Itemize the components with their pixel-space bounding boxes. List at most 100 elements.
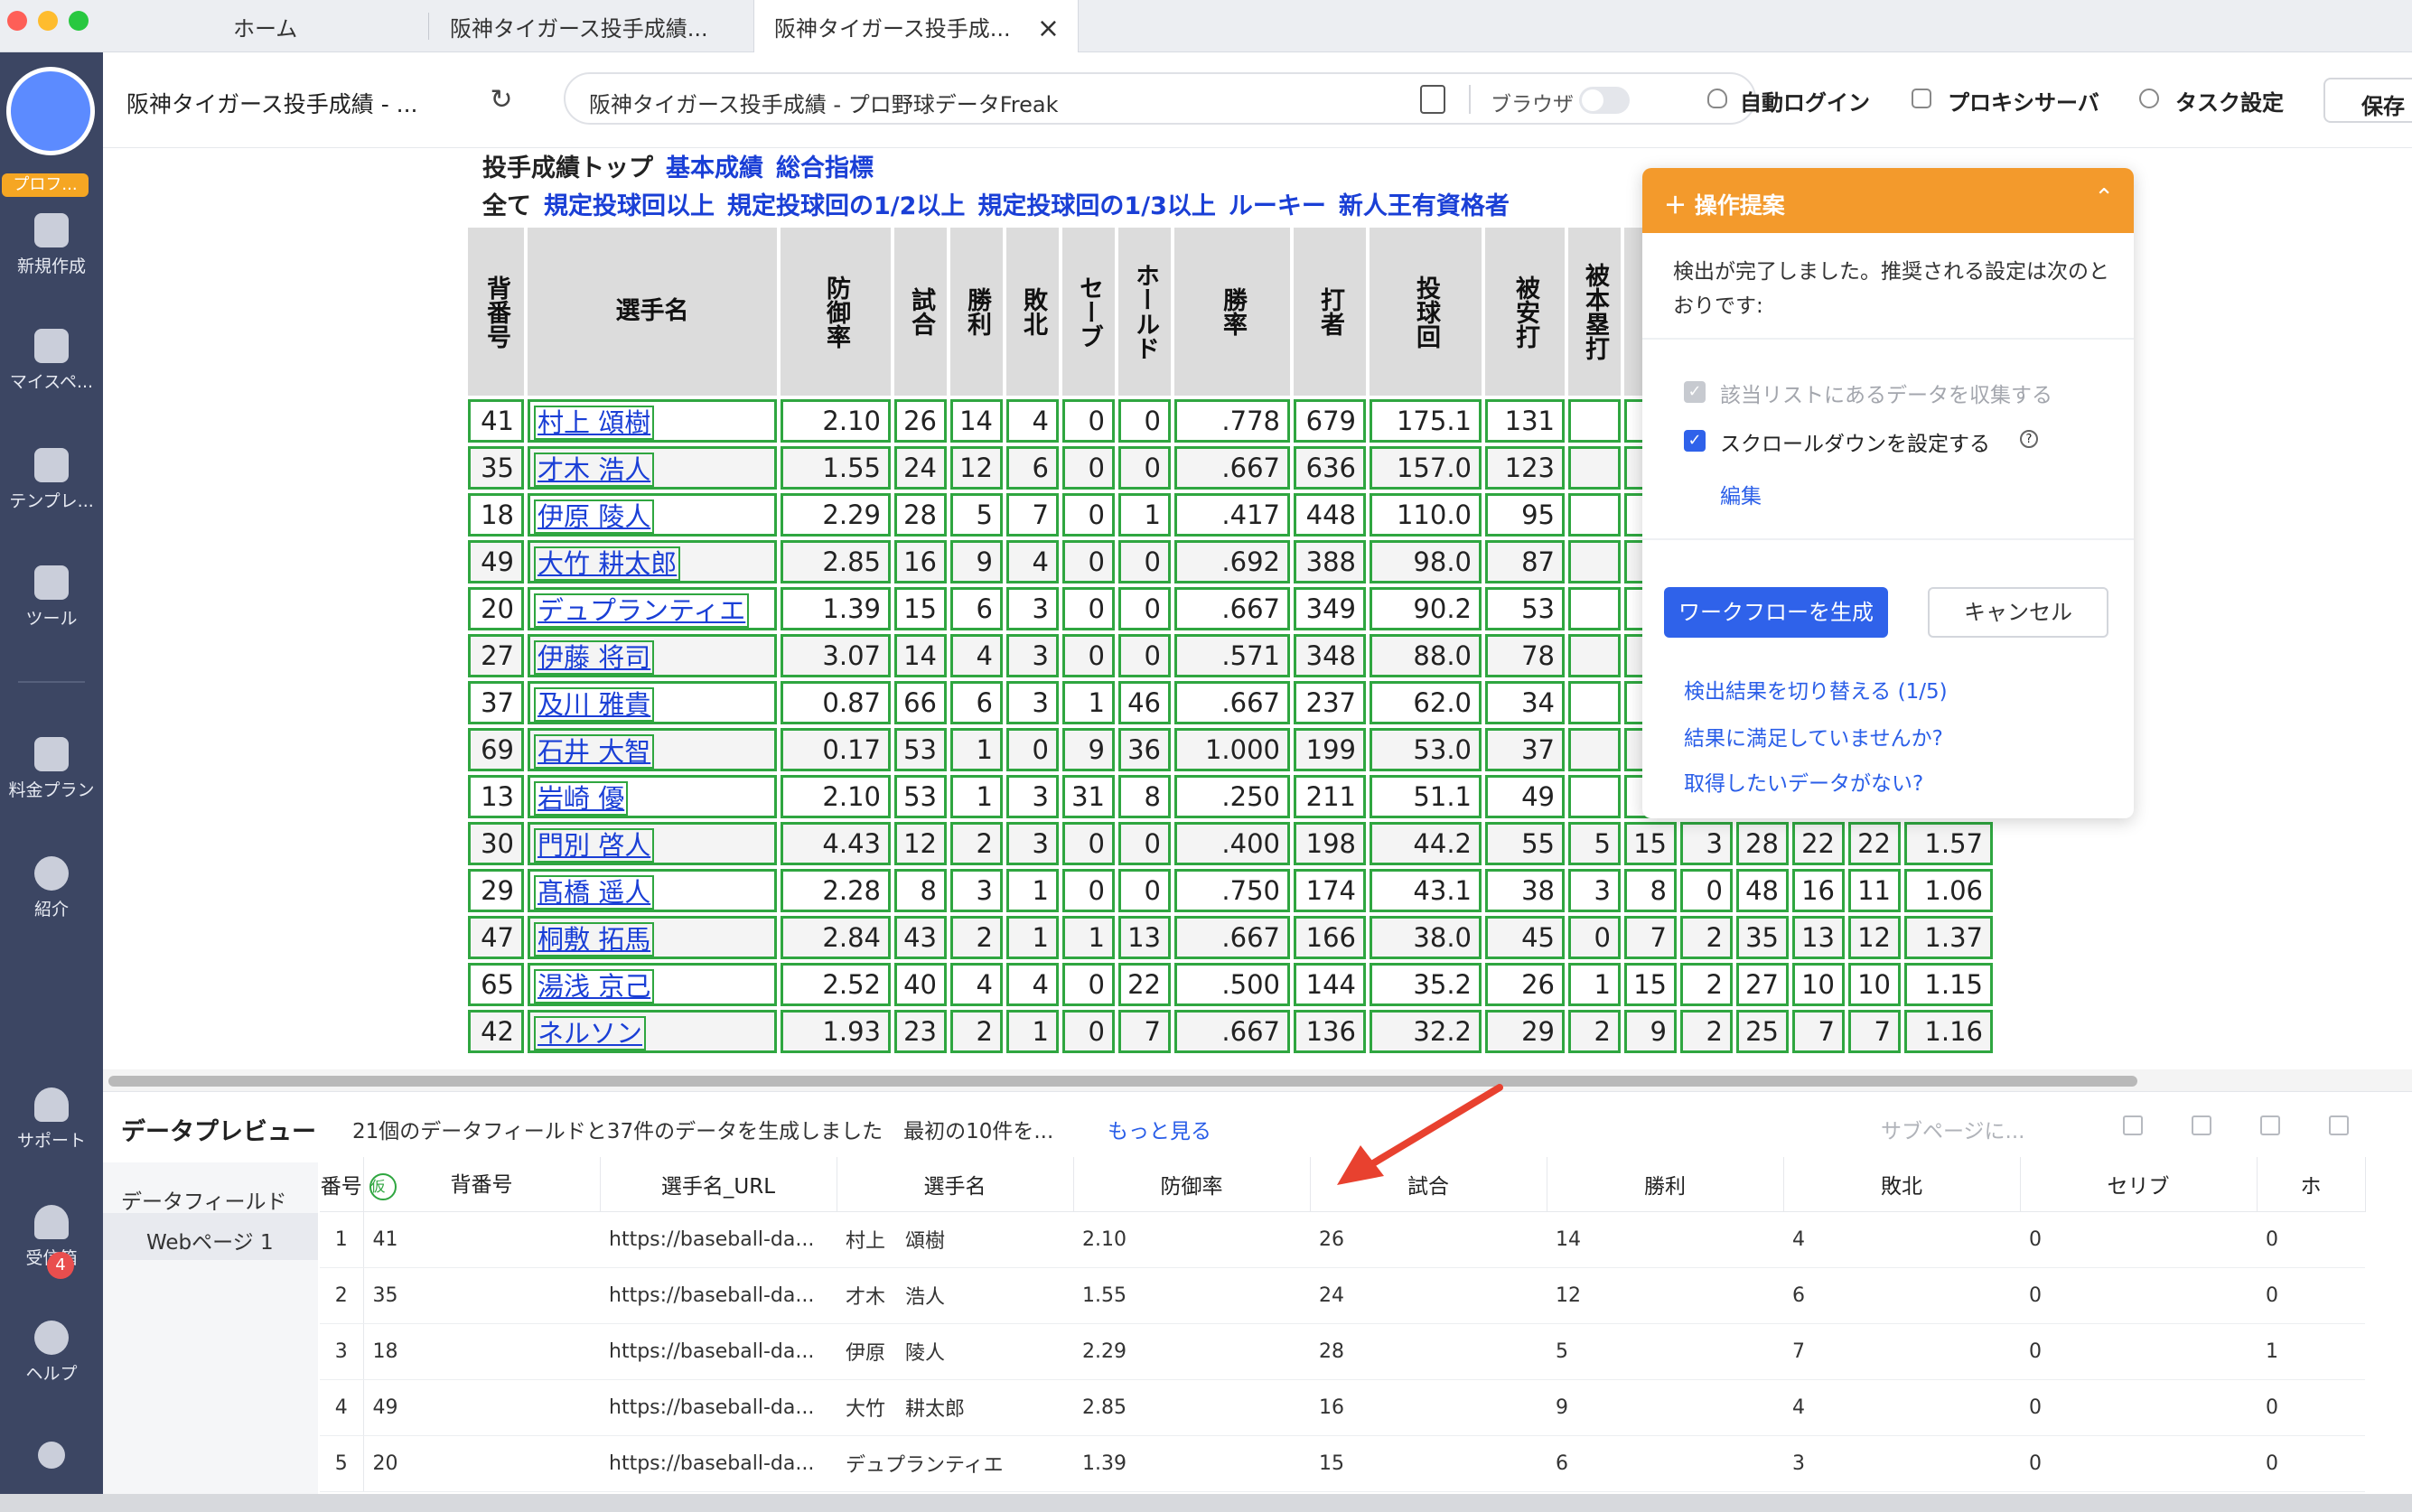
player-link[interactable]: 石井 大智 [534, 734, 655, 769]
show-more-link[interactable]: もっと見る [1108, 1114, 1211, 1144]
tab-bar: ホーム 阪神タイガース投手成績... 阪神タイガース投手成... × [0, 0, 2412, 52]
upload-icon[interactable] [2260, 1115, 2280, 1135]
preview-col-header[interactable]: セリブ [2020, 1157, 2258, 1212]
sidebar-item-tools[interactable]: ツール [0, 565, 103, 630]
player-link[interactable]: 及川 雅貴 [534, 687, 655, 722]
cancel-button[interactable]: キャンセル [1928, 587, 2108, 638]
stat-cell: 37 [1485, 728, 1565, 771]
sidebar-item-pricing[interactable]: 料金プラン [0, 737, 103, 801]
subpage-button[interactable]: サブページに... [1881, 1114, 2024, 1144]
filter-icon[interactable] [2329, 1115, 2349, 1135]
link-basic-stats[interactable]: 基本成績 [666, 154, 763, 182]
browser-mode-toggle[interactable] [1579, 87, 1630, 114]
player-link[interactable]: ネルソン [534, 1016, 647, 1050]
switch-result-link[interactable]: 検出結果を切り替える (1/5) [1684, 674, 1948, 705]
collect-checkbox[interactable]: ✓ [1684, 381, 1706, 403]
player-link[interactable]: 村上 頌樹 [534, 406, 655, 440]
preview-col-header[interactable]: 選手名 [837, 1157, 1074, 1212]
preview-col-header[interactable]: 防御率 [1073, 1157, 1311, 1212]
stat-cell: 3 [1006, 822, 1059, 865]
user-avatar[interactable] [6, 67, 95, 155]
proxy-button[interactable]: プロキシサーバ [1948, 85, 2099, 117]
preview-col-header[interactable]: 番号 [320, 1157, 364, 1212]
task-settings-button[interactable]: タスク設定 [2175, 85, 2284, 117]
preview-col-header[interactable]: 仮 背番号 [363, 1157, 601, 1212]
player-link[interactable]: 大竹 耕太郎 [534, 546, 681, 581]
player-link[interactable]: 桐敷 拓馬 [534, 922, 655, 957]
link-filter[interactable]: 新人王有資格者 [1339, 192, 1510, 220]
minimize-window-button[interactable] [38, 11, 58, 31]
stat-cell: 髙橋 遥人 [528, 869, 777, 912]
stat-cell [1568, 728, 1621, 771]
help-icon[interactable]: ? [2020, 430, 2038, 448]
stat-cell: 3 [1006, 587, 1059, 630]
generate-workflow-button[interactable]: ワークフローを生成 [1664, 587, 1888, 638]
stat-cell: 2.10 [781, 775, 891, 818]
stat-cell: 51.1 [1370, 775, 1482, 818]
link-filter[interactable]: ルーキー [1229, 192, 1326, 220]
dollar-icon [34, 856, 69, 891]
preview-col-header[interactable]: 勝利 [1547, 1157, 1784, 1212]
refresh-icon[interactable]: ↻ [486, 85, 517, 116]
tab-hanshin-2[interactable]: 阪神タイガース投手成... × [753, 0, 1079, 52]
scroll-checkbox[interactable]: ✓ [1684, 430, 1706, 452]
settings-gear[interactable] [0, 1442, 103, 1474]
link-filter[interactable]: 規定投球回の1/2以上 [727, 192, 965, 220]
url-bar[interactable]: 阪神タイガース投手成績 - プロ野球データFreak ブラウザ [564, 72, 1756, 125]
save-button[interactable]: 保存 [2323, 78, 2412, 123]
sidebar-item-help[interactable]: ヘルプ [0, 1321, 103, 1385]
preview-cell: https://baseball-da... [600, 1323, 837, 1380]
tab-home[interactable]: ホーム [213, 0, 430, 52]
link-total-index[interactable]: 総合指標 [776, 154, 874, 182]
sidebar-item-new[interactable]: 新規作成 [0, 213, 103, 277]
player-link[interactable]: 門別 啓人 [534, 828, 655, 863]
link-filter[interactable]: 規定投球回以上 [544, 192, 715, 220]
preview-col-header[interactable]: 敗北 [1783, 1157, 2021, 1212]
preview-cell: 4 [1783, 1211, 2020, 1268]
sidebar-item-referral[interactable]: 紹介 [0, 856, 103, 920]
tab-hanshin-1[interactable]: 阪神タイガース投手成績... [430, 0, 753, 52]
plus-icon [34, 213, 69, 247]
scrollbar-thumb[interactable] [108, 1076, 2137, 1087]
stat-cell: 1 [1062, 916, 1115, 959]
unsatisfied-link[interactable]: 結果に満足していませんか? [1684, 721, 1943, 751]
player-link[interactable]: 髙橋 遥人 [534, 875, 655, 910]
sidebar-label: テンプレ... [9, 491, 94, 511]
close-window-button[interactable] [7, 11, 27, 31]
player-link[interactable]: 伊原 陵人 [534, 499, 655, 534]
horizontal-scrollbar[interactable] [103, 1069, 2412, 1091]
close-tab-icon[interactable]: × [1037, 13, 1060, 44]
add-column-icon[interactable] [2123, 1115, 2143, 1135]
inbox-count-badge: 4 [47, 1252, 74, 1279]
player-link[interactable]: 伊藤 将司 [534, 640, 655, 675]
preview-col-header[interactable]: ホ [2257, 1157, 2366, 1212]
stat-cell: 1 [1568, 963, 1621, 1006]
download-icon[interactable] [2192, 1115, 2211, 1135]
stat-cell: 14 [950, 399, 1003, 443]
stat-cell: 1.000 [1174, 728, 1290, 771]
player-link[interactable]: 岩崎 優 [534, 781, 629, 816]
stat-cell: 0 [1006, 728, 1059, 771]
stat-cell: 41 [468, 399, 524, 443]
player-link[interactable]: デュプランティエ [534, 593, 750, 628]
sidebar-item-support[interactable]: サポート [0, 1087, 103, 1152]
edit-link[interactable]: 編集 [1720, 479, 1762, 509]
sidebar-item-myspace[interactable]: マイスペ... [0, 329, 103, 393]
preview-cell: 2 [320, 1267, 364, 1324]
stat-cell: 5 [1568, 822, 1621, 865]
stat-cell: .667 [1174, 681, 1290, 724]
webpage-item[interactable]: Webページ 1 [103, 1213, 318, 1260]
document-icon[interactable] [1420, 85, 1445, 114]
sidebar-label: 料金プラン [8, 780, 95, 800]
preview-col-header[interactable]: 選手名_URL [600, 1157, 837, 1212]
link-filter[interactable]: 規定投球回の1/3以上 [977, 192, 1215, 220]
collapse-icon[interactable]: ⌃ [2094, 184, 2114, 211]
player-link[interactable]: 才木 浩人 [534, 453, 655, 487]
dock [0, 1494, 2412, 1512]
player-link[interactable]: 湯浅 京己 [534, 969, 655, 1003]
missing-data-link[interactable]: 取得したいデータがない? [1684, 766, 1923, 797]
auto-login-button[interactable]: 自動ログイン [1740, 85, 1870, 117]
sidebar-item-templates[interactable]: テンプレ... [0, 448, 103, 512]
zoom-window-button[interactable] [69, 11, 89, 31]
stat-cell: 8 [1624, 869, 1677, 912]
